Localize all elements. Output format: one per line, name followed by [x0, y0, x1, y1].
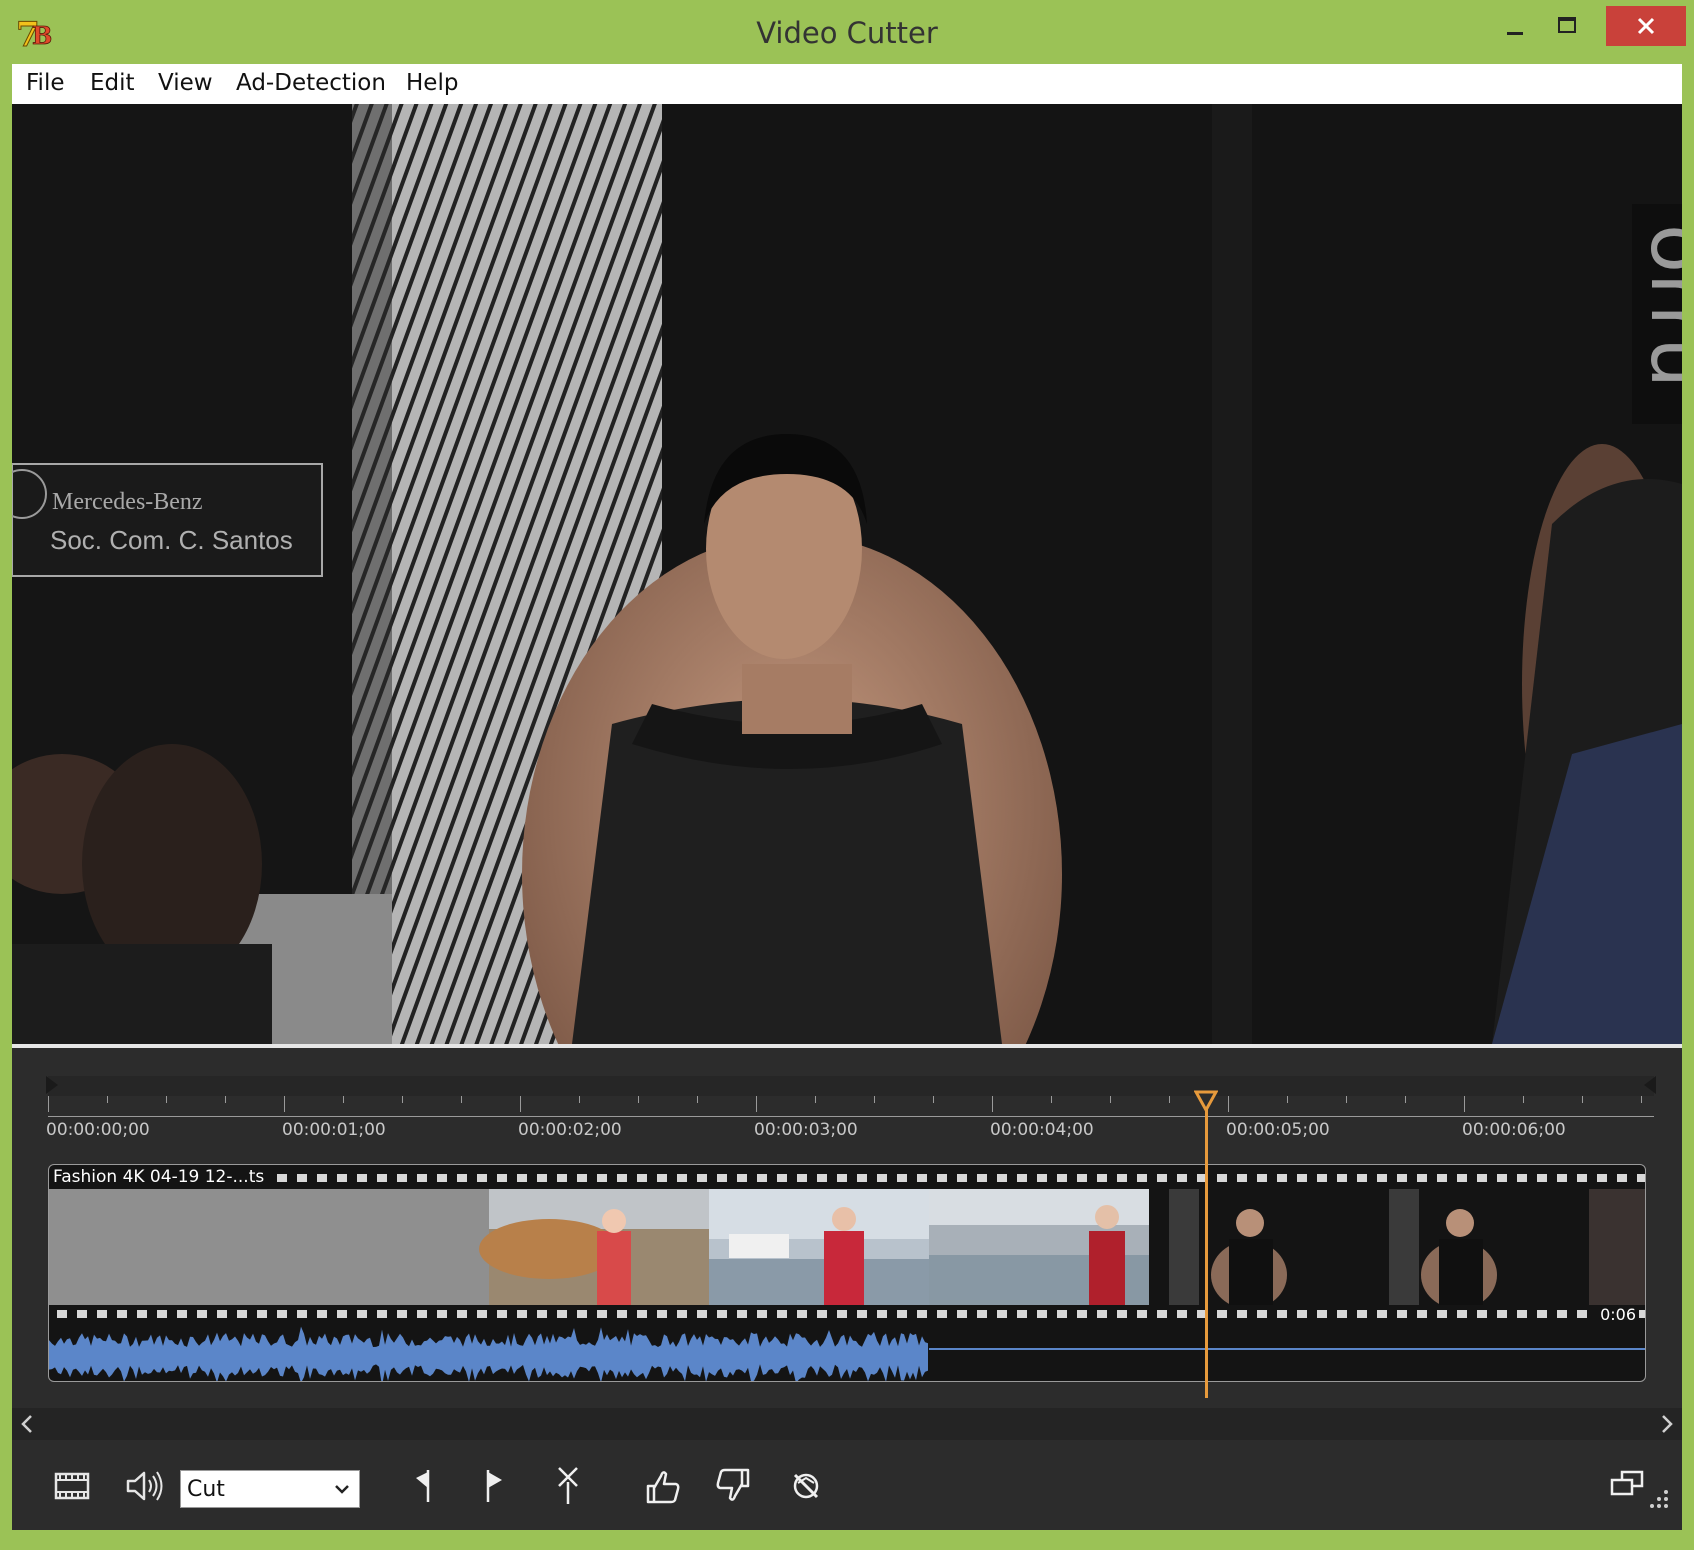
ruler-minor-tick	[166, 1096, 167, 1103]
audio-button[interactable]	[116, 1458, 172, 1514]
close-button[interactable]	[1606, 6, 1686, 46]
menu-edit[interactable]: Edit	[90, 70, 135, 96]
ruler-minor-tick	[697, 1096, 698, 1103]
bottom-toolbar: Cut	[12, 1444, 1682, 1530]
clip-duration: 0:06	[1597, 1305, 1639, 1324]
mark-out-button[interactable]	[464, 1458, 520, 1514]
ruler-minor-tick	[1110, 1096, 1111, 1103]
menu-bar: File Edit View Ad-Detection Help	[12, 64, 1682, 104]
menu-file[interactable]: File	[26, 70, 65, 96]
ruler-minor-tick	[1523, 1096, 1524, 1103]
mark-in-button[interactable]	[396, 1458, 452, 1514]
ruler-major-tick	[756, 1096, 757, 1112]
ruler-minor-tick	[1641, 1096, 1642, 1103]
ruler-tick-label: 00:00:05;00	[1226, 1120, 1330, 1140]
ruler-minor-tick	[638, 1096, 639, 1103]
ruler-minor-tick	[107, 1096, 108, 1103]
filmstrip-icon	[54, 1472, 90, 1500]
ruler-minor-tick	[1582, 1096, 1583, 1103]
ruler-minor-tick	[343, 1096, 344, 1103]
reject-button[interactable]	[706, 1458, 762, 1514]
ruler-major-tick	[520, 1096, 521, 1112]
ruler-major-tick	[992, 1096, 993, 1112]
minimize-icon	[1507, 32, 1523, 35]
thumbs-down-icon	[716, 1468, 750, 1501]
ruler-minor-tick	[933, 1096, 934, 1103]
ruler-major-tick	[1228, 1096, 1229, 1112]
maximize-button[interactable]	[1536, 6, 1598, 46]
sprocket-row-top	[57, 1174, 1645, 1182]
disable-button[interactable]	[778, 1458, 834, 1514]
scroll-right-button[interactable]	[1652, 1408, 1682, 1440]
disable-icon	[793, 1473, 819, 1499]
sign-line-2: Soc. Com. C. Santos	[50, 525, 293, 555]
ruler-minor-tick	[1287, 1096, 1288, 1103]
ruler-tick-label: 00:00:06;00	[1462, 1120, 1566, 1140]
ruler-baseline	[48, 1116, 1654, 1117]
window-title: Video Cutter	[756, 16, 938, 50]
playhead[interactable]	[1205, 1108, 1208, 1398]
speaker-icon	[126, 1471, 163, 1501]
range-start-icon	[46, 1076, 58, 1094]
app-window: 7 B Video Cutter File Edit View Ad-Detec…	[0, 0, 1694, 1550]
ruler-tick-label: 00:00:02;00	[518, 1120, 622, 1140]
scroll-left-button[interactable]	[12, 1408, 42, 1440]
menu-help[interactable]: Help	[406, 70, 458, 96]
ruler-tick-label: 00:00:03;00	[754, 1120, 858, 1140]
ruler-minor-tick	[1169, 1096, 1170, 1103]
ruler-minor-tick	[225, 1096, 226, 1103]
maximize-icon	[1558, 17, 1576, 33]
mark-in-icon	[416, 1470, 430, 1502]
audio-waveform	[49, 1326, 1645, 1381]
menu-ad-detection[interactable]: Ad-Detection	[236, 70, 386, 96]
svg-text:orru: orru	[1633, 224, 1682, 388]
video-clip[interactable]: Fashion 4K 04-19 12-...ts 0:06	[48, 1164, 1646, 1382]
video-preview[interactable]: Mercedes-Benz Soc. Com. C. Santos orru	[12, 104, 1682, 1044]
timeline-ruler[interactable]	[46, 1076, 1656, 1096]
ruler-major-tick	[48, 1096, 49, 1112]
ruler-major-tick	[284, 1096, 285, 1112]
chevron-right-icon	[1662, 1415, 1673, 1433]
ruler-minor-tick	[815, 1096, 816, 1103]
timeline-panel[interactable]: 00:00:00;00 00:00:01;00 00:00:02;00 00:00:0…	[12, 1044, 1682, 1448]
mode-select-value: Cut	[187, 1477, 225, 1502]
thumbs-up-icon	[646, 1471, 680, 1504]
ruler-minor-tick	[402, 1096, 403, 1103]
ruler-minor-tick	[1051, 1096, 1052, 1103]
video-frame: Mercedes-Benz Soc. Com. C. Santos orru	[12, 104, 1682, 1044]
title-bar[interactable]: 7 B Video Cutter	[0, 0, 1694, 64]
clip-name: Fashion 4K 04-19 12-...ts	[53, 1167, 271, 1187]
chevron-left-icon	[21, 1415, 32, 1433]
sprocket-row-bottom	[57, 1310, 1645, 1318]
timeline-scrollbar[interactable]	[12, 1408, 1682, 1440]
mark-out-icon	[486, 1470, 502, 1502]
ruler-minor-tick	[1405, 1096, 1406, 1103]
chevron-down-icon	[335, 1485, 349, 1494]
ruler-tick-label: 00:00:00;00	[46, 1120, 150, 1140]
close-icon	[1637, 17, 1655, 35]
split-button[interactable]	[540, 1458, 596, 1514]
resize-grip-icon[interactable]	[1648, 1488, 1670, 1510]
ruler-minor-tick	[1346, 1096, 1347, 1103]
ruler-minor-tick	[579, 1096, 580, 1103]
clip-filmstrip	[49, 1189, 1645, 1305]
split-icon	[558, 1467, 578, 1504]
ruler-tick-label: 00:00:01;00	[282, 1120, 386, 1140]
menu-view[interactable]: View	[158, 70, 213, 96]
mode-select[interactable]: Cut	[180, 1470, 360, 1508]
range-end-icon	[1644, 1076, 1656, 1094]
ruler-major-tick	[1464, 1096, 1465, 1112]
sign-line-1: Mercedes-Benz	[52, 489, 203, 515]
ruler-tick-label: 00:00:04;00	[990, 1120, 1094, 1140]
ruler-minor-tick	[874, 1096, 875, 1103]
ruler-minor-tick	[461, 1096, 462, 1103]
approve-button[interactable]	[634, 1458, 690, 1514]
filmstrip-button[interactable]	[44, 1458, 100, 1514]
